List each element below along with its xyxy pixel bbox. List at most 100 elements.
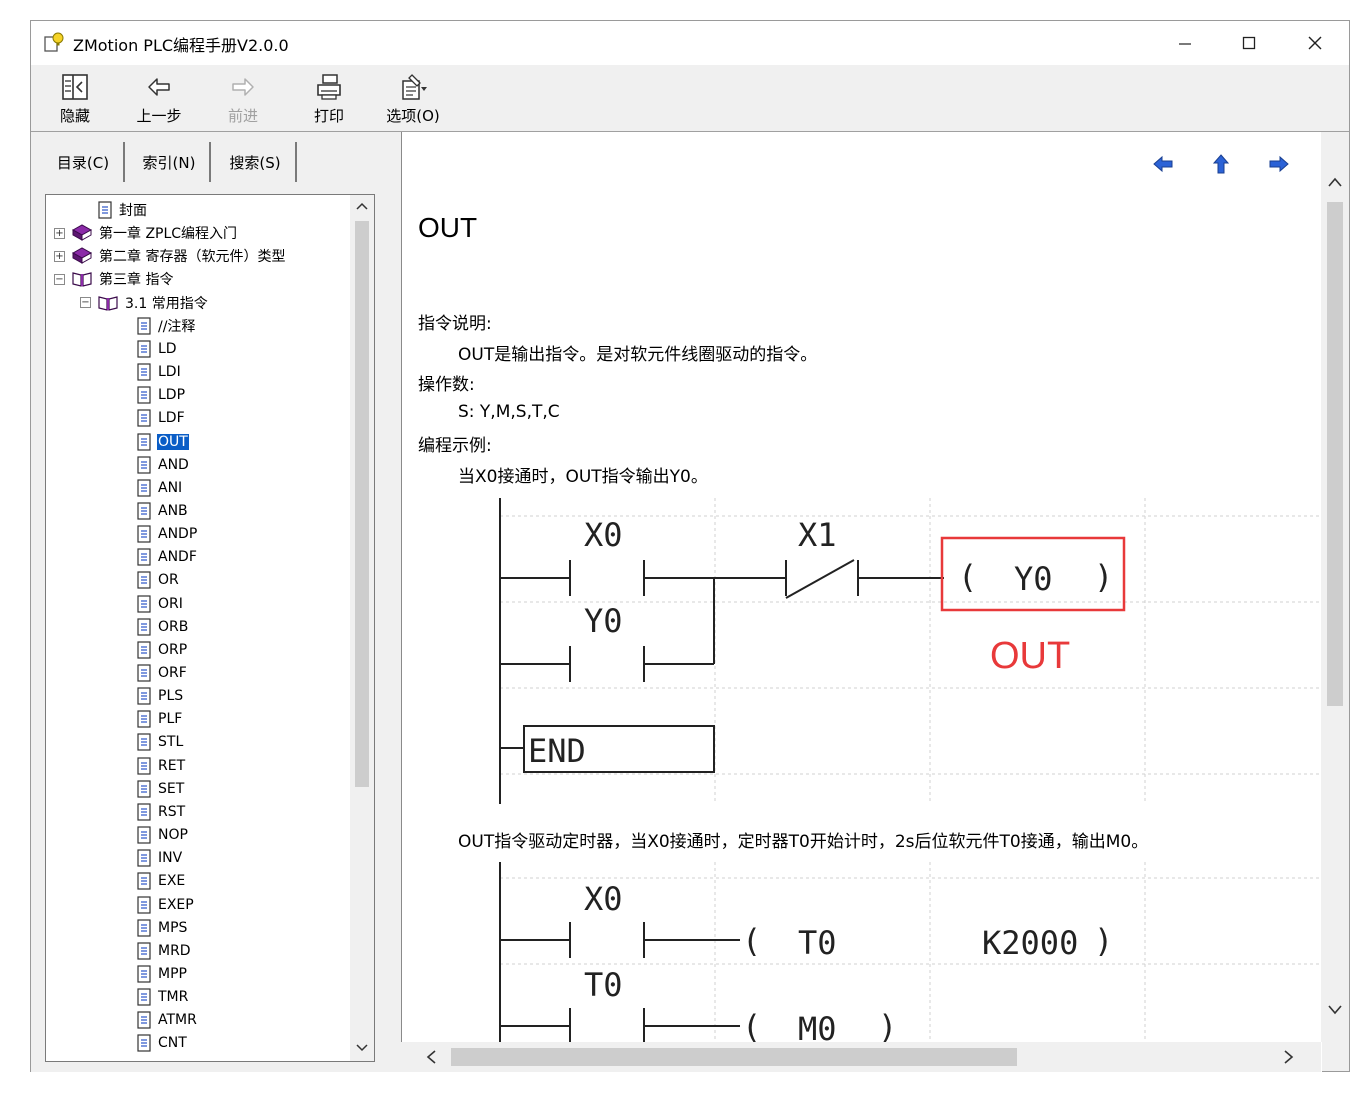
content-horizontal-scrollbar[interactable] [401,1042,1321,1072]
hide-button[interactable]: 隐藏 [35,69,115,127]
page-icon [137,872,151,890]
tree-item[interactable]: PLS [136,685,184,707]
ladder2-timer-open: ( [742,922,761,960]
page-icon [137,502,151,520]
page-icon [137,849,151,867]
tree-item-label: RET [158,757,186,774]
maximize-button[interactable] [1221,25,1277,61]
tree-item[interactable]: LDF [136,407,186,429]
options-button[interactable]: 选项(O) [373,69,453,127]
tree-item-label: PLF [158,711,183,728]
tree-item[interactable]: RET [136,755,186,777]
tree-item[interactable]: ORB [136,616,189,638]
page-icon [137,710,151,728]
tree-item[interactable]: LDI [136,361,182,383]
tree-item-label: ATMR [158,1012,197,1029]
tree-item[interactable]: ORF [136,662,188,684]
scroll-left-icon[interactable] [425,1050,437,1064]
back-button[interactable]: 上一步 [119,69,199,127]
tab-search[interactable]: 搜索(S) [213,140,297,184]
tree-item-label: TMR [158,989,189,1006]
close-button[interactable] [1287,25,1343,61]
tree-expander-icon[interactable]: + [54,227,65,239]
tree-item[interactable]: ANDF [136,546,198,568]
page-icon [98,201,112,219]
tab-contents[interactable]: 目录(C) [41,140,125,184]
tree-expander-icon[interactable]: + [54,250,65,262]
tree-item[interactable]: ORI [136,593,184,615]
ladder2-timer-close: ) [1094,922,1113,960]
tree-item-label: ORI [158,595,183,612]
tree-item[interactable]: OR [136,569,180,591]
printer-icon [317,74,341,100]
tree-item[interactable]: //注释 [136,315,196,337]
tree-item[interactable]: EXEP [136,894,195,916]
tree-item[interactable]: AND [136,454,190,476]
tree-item[interactable]: PLF [136,708,183,730]
tree-item[interactable]: EXE [136,870,186,892]
tree-item[interactable]: INV [136,847,183,869]
tree-item[interactable]: NOP [136,824,189,846]
forward-button[interactable]: 前进 [203,69,283,127]
tree-item-label: MRD [158,942,191,959]
tree-item-label: 第三章 指令 [99,272,174,289]
tree-item[interactable]: − 3.1 常用指令 [80,292,209,314]
minimize-icon [1179,43,1191,45]
scroll-down-icon[interactable] [356,1043,368,1053]
page-icon [137,826,151,844]
tree-item[interactable]: + 第一章 ZPLC编程入门 [54,222,238,244]
tree-expander-icon[interactable]: − [80,297,91,309]
horizontal-scroll-thumb[interactable] [451,1048,1017,1066]
tree-item[interactable]: MRD [136,940,192,962]
page-icon [137,479,151,497]
tree-item[interactable]: LD [136,338,178,360]
tree-item[interactable]: OUT [136,431,189,453]
scroll-down-icon[interactable] [1328,1004,1342,1016]
content-scroll-thumb[interactable] [1327,202,1343,706]
tree-item[interactable]: ANI [136,477,183,499]
page-icon [137,988,151,1006]
tree-item[interactable]: STL [136,731,184,753]
tree-expander-icon[interactable]: − [54,273,65,285]
tree-item[interactable]: 封面 [80,199,148,221]
page-icon [137,687,151,705]
tree-item[interactable]: + 第二章 寄存器（软元件）类型 [54,245,286,267]
tree-item[interactable]: ATMR [136,1009,198,1031]
tree-item-label: ORF [158,665,187,681]
out-annotation: OUT [990,635,1070,677]
tab-index[interactable]: 索引(N) [127,140,211,184]
tree-item[interactable]: SET [136,778,185,800]
tree-item-label: OUT [157,433,189,450]
minimize-button[interactable] [1157,25,1213,61]
tree-scroll-thumb[interactable] [355,221,369,787]
scroll-right-icon[interactable] [1283,1050,1295,1064]
scroll-up-icon[interactable] [1328,176,1342,188]
tree-item[interactable]: MPP [136,963,188,985]
content-vertical-scrollbar[interactable] [1321,132,1349,1042]
print-button[interactable]: 打印 [289,69,369,127]
tree-item[interactable]: MPS [136,917,188,939]
tree-item[interactable]: ANDP [136,523,198,545]
pane-splitter[interactable] [391,132,401,1072]
tree-item-label: LD [158,340,177,357]
tree-item[interactable]: ORP [136,639,188,661]
tree-item-label: 封面 [119,203,147,219]
tree-vertical-scrollbar[interactable] [350,195,374,1061]
tab-divider [123,142,125,182]
page-icon [137,919,151,937]
tree-item[interactable]: RST [136,801,186,823]
tree-item[interactable]: ANB [136,500,189,522]
tree-item-label: ANDP [158,526,198,543]
tree-item[interactable]: LDP [136,384,186,406]
back-arrow-icon [148,78,170,96]
page-icon [137,965,151,983]
help-window: ZMotion PLC编程手册V2.0.0 隐藏 上一步 前进 打印 选项(O)… [30,20,1350,1072]
tree-item[interactable]: − 第三章 指令 [54,268,174,290]
title-bar: ZMotion PLC编程手册V2.0.0 [31,21,1349,65]
page-icon [137,1011,151,1029]
scroll-up-icon[interactable] [356,201,368,211]
tree-item[interactable]: TMR [136,986,189,1008]
tree-item-label: ANI [158,479,183,496]
tree-item[interactable]: CNT [136,1032,188,1054]
ladder2-contact-t0: T0 [584,966,623,1004]
